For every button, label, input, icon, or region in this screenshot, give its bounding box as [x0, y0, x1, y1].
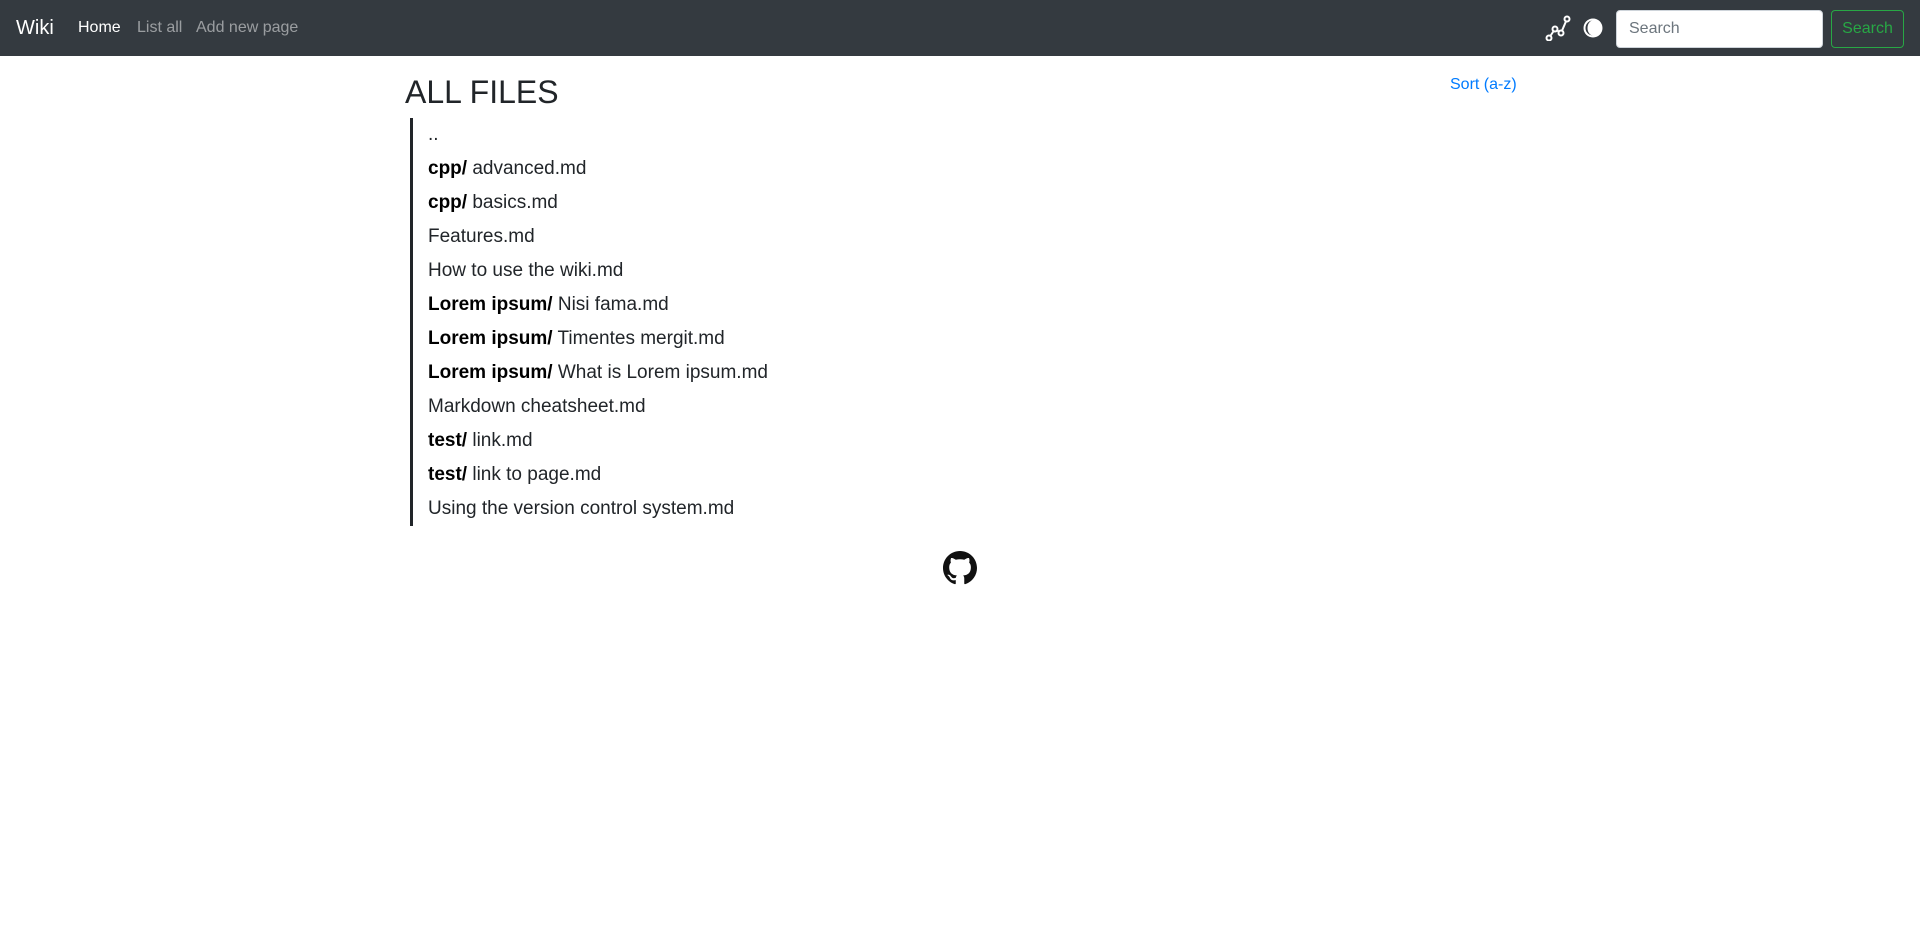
nav-link-add-new-page[interactable]: Add new page: [196, 17, 298, 39]
theme-toggle-icon[interactable]: [1579, 14, 1607, 42]
github-icon[interactable]: [943, 551, 977, 585]
file-name: link to page.md: [472, 464, 602, 485]
file-list-item[interactable]: test/ link.md: [413, 424, 1310, 458]
sort-link[interactable]: Sort (a-z): [1450, 75, 1517, 95]
search-button[interactable]: Search: [1831, 10, 1904, 48]
file-name: Markdown cheatsheet.md: [428, 396, 646, 417]
navbar: Wiki Home List all Add new page Search: [0, 0, 1920, 56]
file-name: advanced.md: [472, 158, 587, 179]
file-list-item[interactable]: Features.md: [413, 220, 1310, 254]
file-list-item[interactable]: Markdown cheatsheet.md: [413, 390, 1310, 424]
file-list: .. cpp/ advanced.md cpp/ basics.md Featu…: [410, 118, 1310, 526]
nav-link-home[interactable]: Home: [78, 17, 121, 39]
file-folder: test/: [428, 430, 468, 451]
file-name: What is Lorem ipsum.md: [557, 362, 768, 383]
file-name: How to use the wiki.md: [428, 260, 624, 281]
file-name: Using the version control system.md: [428, 498, 735, 519]
file-list-item[interactable]: Using the version control system.md: [413, 492, 1310, 526]
search-input[interactable]: [1616, 10, 1823, 48]
file-folder: cpp/: [428, 158, 468, 179]
file-folder: Lorem ipsum/: [428, 294, 553, 315]
file-name: link.md: [472, 430, 533, 451]
file-name: Timentes mergit.md: [557, 328, 725, 349]
graph-icon[interactable]: [1544, 14, 1572, 42]
file-name: ..: [428, 124, 439, 145]
brand-link[interactable]: Wiki: [16, 13, 54, 43]
file-list-item[interactable]: Lorem ipsum/ Nisi fama.md: [413, 288, 1310, 322]
file-folder: Lorem ipsum/: [428, 328, 553, 349]
file-list-item[interactable]: How to use the wiki.md: [413, 254, 1310, 288]
file-list-item[interactable]: cpp/ advanced.md: [413, 152, 1310, 186]
file-folder: test/: [428, 464, 468, 485]
file-folder: Lorem ipsum/: [428, 362, 553, 383]
file-name: Nisi fama.md: [557, 294, 669, 315]
file-name: basics.md: [472, 192, 558, 213]
file-list-item[interactable]: Lorem ipsum/ What is Lorem ipsum.md: [413, 356, 1310, 390]
file-list-item[interactable]: Lorem ipsum/ Timentes mergit.md: [413, 322, 1310, 356]
file-list-item[interactable]: test/ link to page.md: [413, 458, 1310, 492]
nav-link-list-all[interactable]: List all: [137, 17, 182, 39]
file-list-item-parent[interactable]: ..: [413, 118, 1310, 152]
file-folder: cpp/: [428, 192, 468, 213]
page-title: ALL FILES: [405, 74, 559, 110]
file-name: Features.md: [428, 226, 535, 247]
file-list-item[interactable]: cpp/ basics.md: [413, 186, 1310, 220]
